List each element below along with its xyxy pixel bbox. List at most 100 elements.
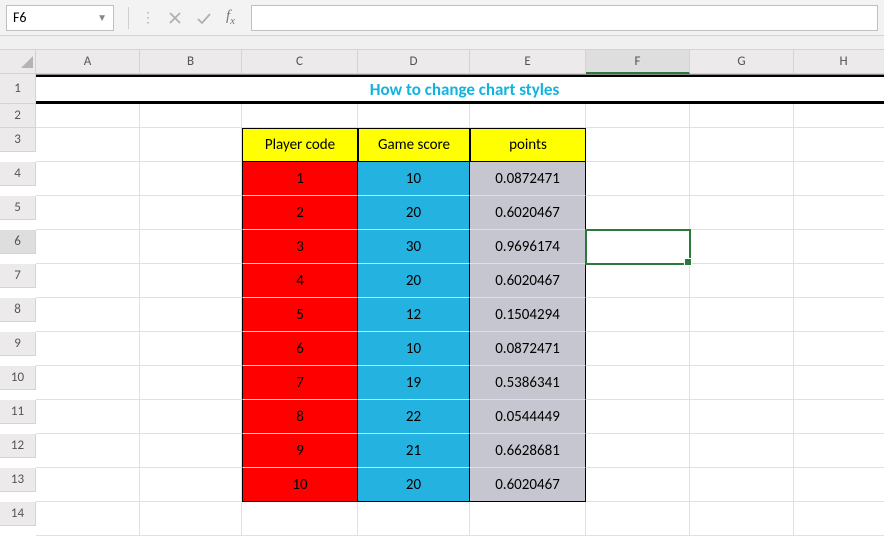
cell-H8[interactable] [794, 298, 884, 332]
cell-G13[interactable] [690, 468, 794, 502]
cell-F7[interactable] [586, 264, 690, 298]
cell-C9[interactable]: 6 [242, 332, 358, 366]
cell-A4[interactable] [36, 162, 140, 196]
cell-A7[interactable] [36, 264, 140, 298]
table-header-game-score[interactable]: Game score [358, 128, 470, 162]
formula-input[interactable] [251, 5, 878, 31]
cell-B13[interactable] [140, 468, 242, 502]
cell-E12[interactable]: 0.6628681 [470, 434, 586, 468]
row-header-14[interactable]: 14 [0, 502, 36, 526]
cell-H11[interactable] [794, 400, 884, 434]
cell-F10[interactable] [586, 366, 690, 400]
col-header-G[interactable]: G [690, 50, 794, 74]
cell-H12[interactable] [794, 434, 884, 468]
cell-A13[interactable] [36, 468, 140, 502]
cell-H2[interactable] [794, 104, 884, 128]
cell-G8[interactable] [690, 298, 794, 332]
cell-C14[interactable] [242, 502, 358, 536]
cell-F2[interactable] [586, 104, 690, 128]
cell-G7[interactable] [690, 264, 794, 298]
cell-G9[interactable] [690, 332, 794, 366]
table-header-points[interactable]: points [470, 128, 586, 162]
cell-A11[interactable] [36, 400, 140, 434]
cell-D10[interactable]: 19 [358, 366, 470, 400]
row-header-4[interactable]: 4 [0, 162, 36, 186]
cell-B11[interactable] [140, 400, 242, 434]
col-header-H[interactable]: H [794, 50, 884, 74]
cell-B5[interactable] [140, 196, 242, 230]
row-header-10[interactable]: 10 [0, 366, 36, 390]
cell-C6[interactable]: 3 [242, 230, 358, 264]
col-header-C[interactable]: C [242, 50, 358, 74]
cell-C10[interactable]: 7 [242, 366, 358, 400]
row-header-11[interactable]: 11 [0, 400, 36, 424]
cell-D11[interactable]: 22 [358, 400, 470, 434]
cell-F8[interactable] [586, 298, 690, 332]
cell-D8[interactable]: 12 [358, 298, 470, 332]
cell-E5[interactable]: 0.6020467 [470, 196, 586, 230]
cell-G2[interactable] [690, 104, 794, 128]
cell-H13[interactable] [794, 468, 884, 502]
cell-E13[interactable]: 0.6020467 [470, 468, 586, 502]
cell-E2[interactable] [470, 104, 586, 128]
cell-H5[interactable] [794, 196, 884, 230]
cell-C13[interactable]: 10 [242, 468, 358, 502]
cell-B2[interactable] [140, 104, 242, 128]
cell-G10[interactable] [690, 366, 794, 400]
cell-B9[interactable] [140, 332, 242, 366]
cell-G11[interactable] [690, 400, 794, 434]
col-header-B[interactable]: B [140, 50, 242, 74]
cell-A6[interactable] [36, 230, 140, 264]
cell-F3[interactable] [586, 128, 690, 162]
cell-A5[interactable] [36, 196, 140, 230]
cell-F9[interactable] [586, 332, 690, 366]
cell-C2[interactable] [242, 104, 358, 128]
cell-D12[interactable]: 21 [358, 434, 470, 468]
cell-B8[interactable] [140, 298, 242, 332]
cell-B3[interactable] [140, 128, 242, 162]
row-header-1[interactable]: 1 [0, 74, 36, 104]
cell-B14[interactable] [140, 502, 242, 536]
chevron-down-icon[interactable]: ▼ [97, 11, 107, 24]
cell-A3[interactable] [36, 128, 140, 162]
row-header-2[interactable]: 2 [0, 104, 36, 128]
cell-A10[interactable] [36, 366, 140, 400]
cell-B12[interactable] [140, 434, 242, 468]
fx-icon[interactable]: fx [226, 8, 235, 27]
cell-H4[interactable] [794, 162, 884, 196]
cell-E10[interactable]: 0.5386341 [470, 366, 586, 400]
cell-G5[interactable] [690, 196, 794, 230]
cell-G6[interactable] [690, 230, 794, 264]
cell-C5[interactable]: 2 [242, 196, 358, 230]
cell-E7[interactable]: 0.6020467 [470, 264, 586, 298]
col-header-E[interactable]: E [470, 50, 586, 74]
table-header-player-code[interactable]: Player code [242, 128, 358, 162]
cell-G4[interactable] [690, 162, 794, 196]
row-header-12[interactable]: 12 [0, 434, 36, 458]
cell-C4[interactable]: 1 [242, 162, 358, 196]
cell-E6[interactable]: 0.9696174 [470, 230, 586, 264]
cell-A12[interactable] [36, 434, 140, 468]
cell-B4[interactable] [140, 162, 242, 196]
cell-E9[interactable]: 0.0872471 [470, 332, 586, 366]
cell-D6[interactable]: 30 [358, 230, 470, 264]
cell-B7[interactable] [140, 264, 242, 298]
row-header-8[interactable]: 8 [0, 298, 36, 322]
cell-F13[interactable] [586, 468, 690, 502]
cell-C7[interactable]: 4 [242, 264, 358, 298]
cell-H3[interactable] [794, 128, 884, 162]
cell-C8[interactable]: 5 [242, 298, 358, 332]
cell-D4[interactable]: 10 [358, 162, 470, 196]
cell-D2[interactable] [358, 104, 470, 128]
cell-D9[interactable]: 10 [358, 332, 470, 366]
cell-H9[interactable] [794, 332, 884, 366]
row-header-13[interactable]: 13 [0, 468, 36, 492]
sheet-title[interactable]: How to change chart styles [36, 74, 884, 104]
cell-F4[interactable] [586, 162, 690, 196]
row-header-7[interactable]: 7 [0, 264, 36, 288]
name-box[interactable]: F6 ▼ [6, 5, 114, 31]
col-header-F[interactable]: F [586, 50, 690, 74]
row-header-3[interactable]: 3 [0, 128, 36, 152]
cell-H7[interactable] [794, 264, 884, 298]
cell-F14[interactable] [586, 502, 690, 536]
